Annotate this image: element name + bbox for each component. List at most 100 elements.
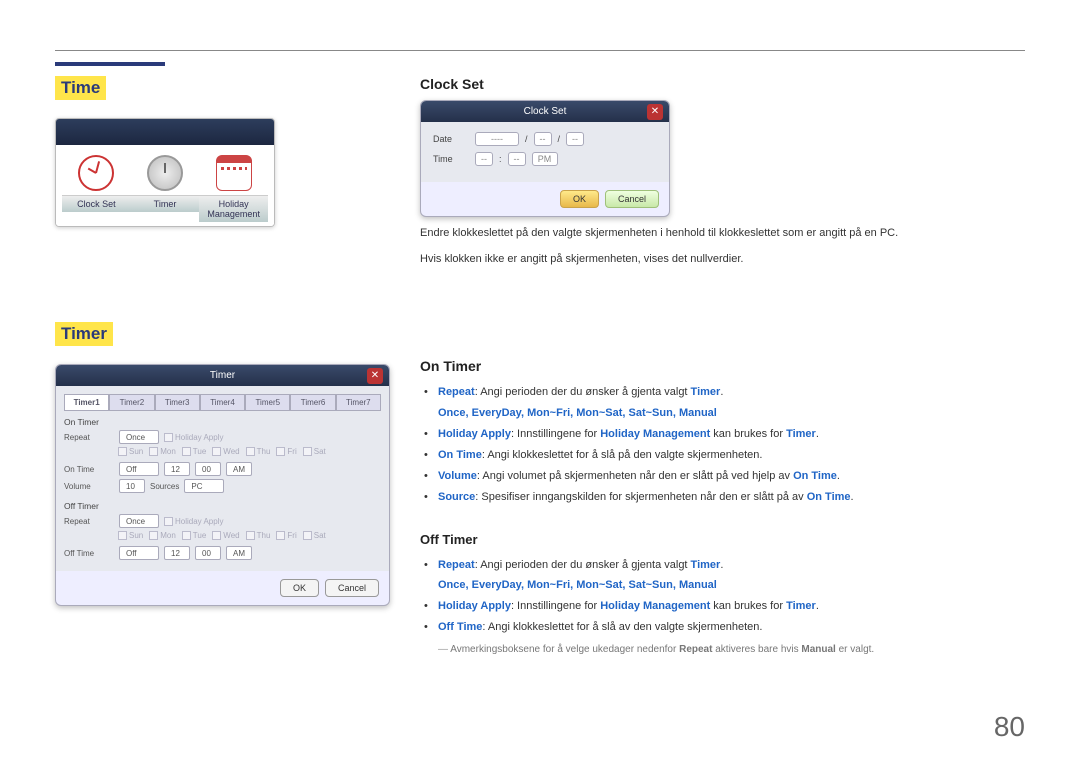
off-hour[interactable]: 12 — [164, 546, 190, 560]
timer-tabs: Timer1 Timer2 Timer3 Timer4 Timer5 Timer… — [64, 394, 381, 411]
timer-ok-button[interactable]: OK — [280, 579, 319, 597]
heading-timer: Timer — [55, 322, 113, 346]
page-number: 80 — [994, 711, 1025, 743]
repeat-select[interactable]: Once — [119, 430, 159, 444]
off-timer-days: Sun Mon Tue Wed Thu Fri Sat — [118, 531, 381, 540]
holiday-management-button[interactable]: Holiday Management — [199, 155, 268, 222]
on-time-onoff[interactable]: Off — [119, 462, 159, 476]
off-repeat-label: Repeat — [64, 517, 114, 526]
tab-timer6[interactable]: Timer6 — [290, 394, 335, 411]
day-thu[interactable]: Thu — [246, 447, 271, 456]
tab-timer7[interactable]: Timer7 — [336, 394, 381, 411]
date-day[interactable]: -- — [566, 132, 584, 146]
holiday-apply-label: Holiday Apply — [175, 433, 223, 442]
timer-button[interactable]: Timer — [131, 155, 200, 222]
section-timer: Timer Timer ✕ Timer1 Timer2 Timer3 Timer… — [55, 322, 385, 606]
repeat-label: Repeat — [64, 433, 114, 442]
off-time-onoff[interactable]: Off — [119, 546, 159, 560]
sources-select[interactable]: PC — [184, 479, 224, 493]
tab-timer3[interactable]: Timer3 — [155, 394, 200, 411]
off-holiday-apply-check[interactable]: Holiday Apply — [164, 517, 223, 526]
section-time: Time Clock Set Timer — [55, 76, 385, 227]
close-icon[interactable]: ✕ — [647, 104, 663, 120]
close-icon[interactable]: ✕ — [367, 368, 383, 384]
holiday-label: Holiday Management — [199, 195, 268, 222]
date-label: Date — [433, 134, 469, 144]
day-sat[interactable]: Sat — [303, 447, 326, 456]
off-day-mon[interactable]: Mon — [149, 531, 176, 540]
clock-set-dialog: Clock Set ✕ Date ----/ --/ -- Time --: — [420, 100, 670, 217]
heading-clock-set: Clock Set — [420, 76, 1025, 92]
off-holiday-apply-label: Holiday Apply — [175, 517, 223, 526]
off-day-tue[interactable]: Tue — [182, 531, 207, 540]
on-time-label: On Time — [64, 465, 114, 474]
day-wed[interactable]: Wed — [212, 447, 239, 456]
header-accent-bar — [55, 62, 165, 66]
day-sun[interactable]: Sun — [118, 447, 143, 456]
volume-select[interactable]: 10 — [119, 479, 145, 493]
on-min[interactable]: 00 — [195, 462, 221, 476]
time-icons-panel: Clock Set Timer Holiday Management — [55, 118, 275, 227]
list-item: Repeat: Angi perioden der du ønsker å gj… — [438, 382, 1025, 424]
calendar-icon — [216, 155, 252, 191]
day-tue[interactable]: Tue — [182, 447, 207, 456]
off-day-sun[interactable]: Sun — [118, 531, 143, 540]
section-on-off-timer: On Timer Repeat: Angi perioden der du øn… — [420, 358, 1025, 655]
off-time-label: Off Time — [64, 549, 114, 558]
clock-icon — [78, 155, 114, 191]
off-day-thu[interactable]: Thu — [246, 531, 271, 540]
off-timer-group-label: Off Timer — [64, 501, 381, 511]
list-item: Source: Spesifiser inngangskilden for sk… — [438, 487, 1025, 508]
off-day-fri[interactable]: Fri — [276, 531, 296, 540]
clock-set-button[interactable]: Clock Set — [62, 155, 131, 222]
timer-cancel-button[interactable]: Cancel — [325, 579, 379, 597]
list-item: Repeat: Angi perioden der du ønsker å gj… — [438, 555, 1025, 597]
list-item: Holiday Apply: Innstillingene for Holida… — [438, 596, 1025, 617]
list-item: Volume: Angi volumet på skjermenheten nå… — [438, 466, 1025, 487]
list-item: On Time: Angi klokkeslettet for å slå på… — [438, 445, 1025, 466]
time-ampm[interactable]: PM — [532, 152, 558, 166]
on-timer-bullets: Repeat: Angi perioden der du ønsker å gj… — [420, 382, 1025, 507]
day-mon[interactable]: Mon — [149, 447, 176, 456]
clockset-para-1: Endre klokkeslettet på den valgte skjerm… — [420, 225, 1025, 243]
section-clock-set: Clock Set Clock Set ✕ Date ----/ --/ -- — [420, 76, 1025, 268]
date-year[interactable]: ---- — [475, 132, 519, 146]
on-timer-days: Sun Mon Tue Wed Thu Fri Sat — [118, 447, 381, 456]
day-fri[interactable]: Fri — [276, 447, 296, 456]
clock-ok-button[interactable]: OK — [560, 190, 599, 208]
heading-time: Time — [55, 76, 106, 100]
clockset-para-2: Hvis klokken ikke er angitt på skjermenh… — [420, 251, 1025, 269]
on-hour[interactable]: 12 — [164, 462, 190, 476]
clock-set-label: Clock Set — [62, 195, 131, 212]
clock-set-title: Clock Set ✕ — [421, 101, 669, 122]
timer-dialog-title: Timer ✕ — [56, 365, 389, 386]
time-min[interactable]: -- — [508, 152, 526, 166]
timer-dialog-title-text: Timer — [210, 370, 235, 381]
heading-off-timer: Off Timer — [420, 532, 1025, 547]
header-divider — [55, 50, 1025, 51]
on-timer-group-label: On Timer — [64, 417, 381, 427]
tab-timer2[interactable]: Timer2 — [109, 394, 154, 411]
list-item: Holiday Apply: Innstillingene for Holida… — [438, 424, 1025, 445]
tab-timer1[interactable]: Timer1 — [64, 394, 109, 411]
off-day-wed[interactable]: Wed — [212, 531, 239, 540]
holiday-apply-check[interactable]: Holiday Apply — [164, 433, 223, 442]
sources-label: Sources — [150, 482, 179, 491]
date-month[interactable]: -- — [534, 132, 552, 146]
tab-timer5[interactable]: Timer5 — [245, 394, 290, 411]
tab-timer4[interactable]: Timer4 — [200, 394, 245, 411]
off-min[interactable]: 00 — [195, 546, 221, 560]
time-hour[interactable]: -- — [475, 152, 493, 166]
time-panel-header — [56, 119, 274, 145]
off-repeat-select[interactable]: Once — [119, 514, 159, 528]
clock-cancel-button[interactable]: Cancel — [605, 190, 659, 208]
time-label: Time — [433, 154, 469, 164]
off-timer-bullets: Repeat: Angi perioden der du ønsker å gj… — [420, 555, 1025, 639]
on-ampm[interactable]: AM — [226, 462, 252, 476]
timer-dialog: Timer ✕ Timer1 Timer2 Timer3 Timer4 Time… — [55, 364, 390, 606]
stopwatch-icon — [147, 155, 183, 191]
off-day-sat[interactable]: Sat — [303, 531, 326, 540]
footnote: Avmerkingsboksene for å velge ukedager n… — [438, 644, 1025, 655]
off-ampm[interactable]: AM — [226, 546, 252, 560]
list-item: Off Time: Angi klokkeslettet for å slå a… — [438, 617, 1025, 638]
